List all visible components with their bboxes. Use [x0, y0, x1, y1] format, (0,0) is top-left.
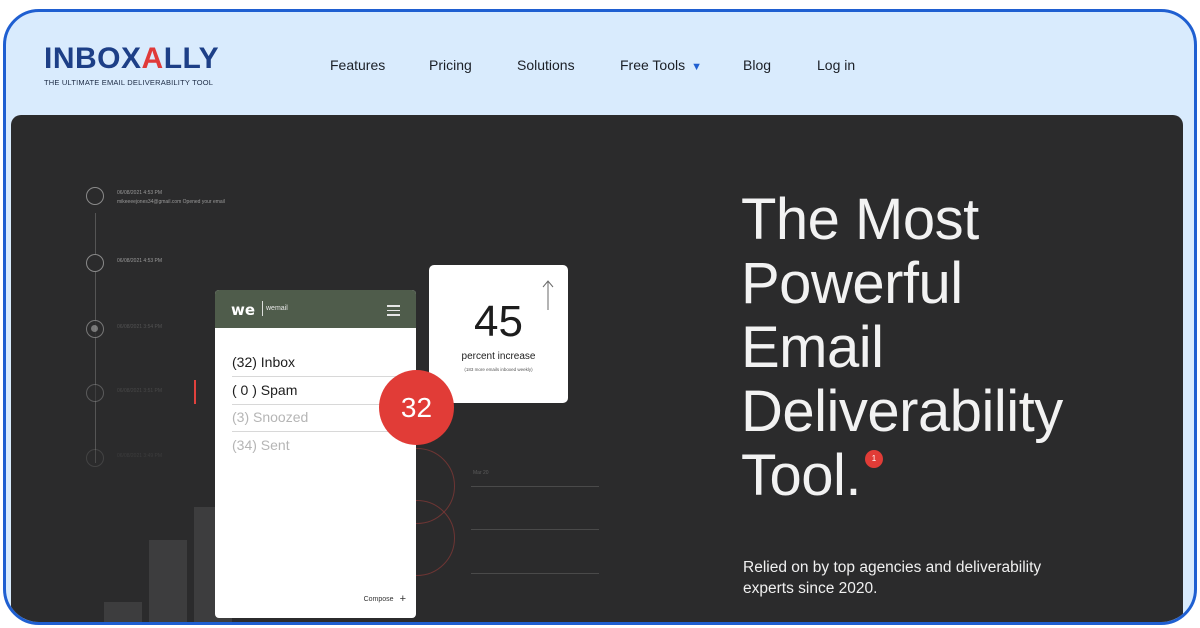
compose-label: Compose [363, 595, 394, 603]
timeline-date: 06/08/2021 4:53 PM [117, 190, 163, 196]
folder-divider [232, 376, 407, 377]
wemail-logo: we [231, 301, 256, 319]
inbox-count-badge: 32 [379, 370, 454, 445]
logo-divider [262, 301, 263, 316]
caret-down-icon: ▼ [691, 61, 702, 73]
headline-line: Deliverability [741, 379, 1063, 444]
email-client-header: we wemail [215, 290, 416, 328]
headline-line: Tool. [741, 443, 862, 508]
hero-section: 06/08/2021 4:53 PM mikeeeejones34@gmail.… [11, 115, 1183, 622]
timeline-date: 06/08/2021 3:54 PM [117, 324, 163, 330]
faint-label: Mar 20 [473, 470, 489, 476]
notification-dot-badge: 1 [865, 450, 884, 468]
nav-features[interactable]: Features [330, 57, 385, 73]
timeline-detail: mikeeeejones34@gmail.com Opened your ema… [117, 199, 225, 205]
folder-sent[interactable]: (34) Sent [232, 437, 290, 453]
stat-card: 45 percent increase (183 more emails inb… [429, 265, 568, 403]
nav-blog[interactable]: Blog [743, 57, 771, 73]
timeline-entry-1: 06/08/2021 4:53 PM mikeeeejones34@gmail.… [117, 189, 225, 207]
hamburger-menu-icon[interactable] [387, 305, 400, 319]
stat-sublabel: (183 more emails inboxed weekly) [464, 367, 533, 372]
headline-line-last: Tool. 1 [741, 444, 1181, 508]
folder-snoozed[interactable]: (3) Snoozed [232, 409, 308, 425]
wemail-name: wemail [266, 305, 288, 312]
timeline-date: 06/08/2021 3:49 PM [117, 453, 163, 459]
timeline-line [95, 213, 96, 463]
background-bar [149, 540, 187, 622]
background-bar [104, 602, 142, 622]
decorative-line [471, 573, 599, 574]
timeline-dot [86, 384, 104, 402]
compose-button[interactable]: Compose + [364, 593, 406, 605]
headline-line: The Most [741, 187, 979, 252]
folder-divider [232, 431, 407, 432]
decorative-line [471, 529, 599, 530]
nav-log-in[interactable]: Log in [817, 57, 855, 73]
timeline-dot [86, 449, 104, 467]
decorative-line [471, 486, 599, 487]
nav-free-tools-label: Free Tools [620, 57, 686, 73]
nav-pricing[interactable]: Pricing [429, 57, 472, 73]
timeline-date: 06/08/2021 3:51 PM [117, 388, 163, 394]
headline-line: Email [741, 315, 884, 380]
logo-tagline: THE ULTIMATE EMAIL DELIVERABILITY TOOL [44, 78, 214, 87]
folder-spam[interactable]: ( 0 ) Spam [232, 382, 297, 398]
plus-icon: + [399, 593, 406, 605]
hero-headline: The Most Powerful Email Deliverability T… [741, 188, 1181, 508]
browser-frame: INBOX A LLY THE ULTIMATE EMAIL DELIVERABIL… [3, 9, 1197, 625]
headline-line: Powerful [741, 251, 963, 316]
email-client-card: we wemail (32) Inbox ( 0 ) Spam (3) Snoo… [215, 290, 416, 618]
stat-value: 45 [474, 297, 523, 346]
timeline-date: 06/08/2021 4:53 PM [117, 258, 163, 264]
nav-solutions[interactable]: Solutions [517, 57, 575, 73]
main-nav: Features Pricing Solutions Free Tools ▼ B… [6, 57, 1194, 77]
nav-free-tools[interactable]: Free Tools ▼ [620, 57, 702, 73]
timeline-dot-filled [86, 320, 104, 338]
stat-label: percent increase [461, 351, 536, 362]
timeline-dot [86, 187, 104, 205]
timeline-dot [86, 254, 104, 272]
hero-subline: Relied on by top agencies and deliverabi… [743, 559, 1042, 597]
folder-inbox[interactable]: (32) Inbox [232, 354, 295, 370]
red-tick-mark [194, 380, 196, 404]
